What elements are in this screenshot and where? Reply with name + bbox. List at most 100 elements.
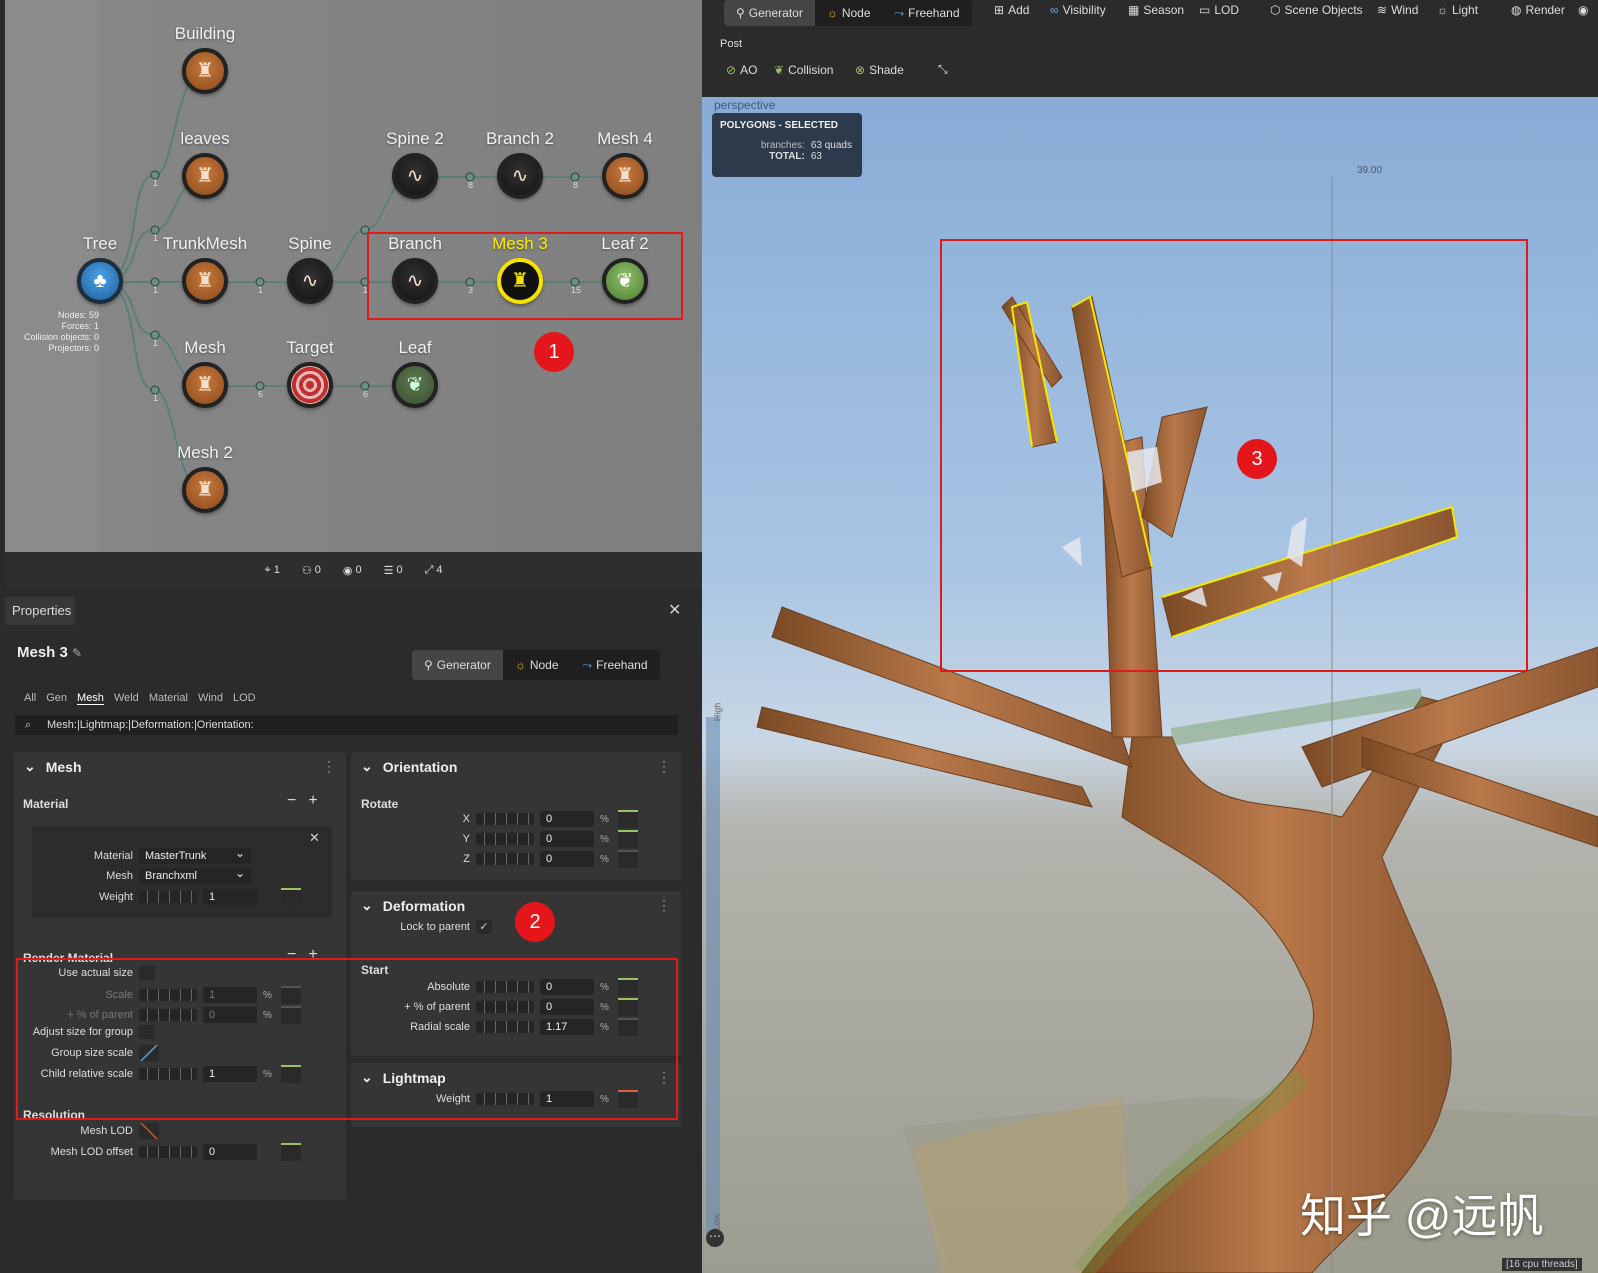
material-add-remove: − + [287,792,318,810]
rotate-x-curve[interactable] [618,810,638,828]
weight-row: Weight 1 [13,888,301,906]
list-icon[interactable]: ☰ 0 [384,564,403,577]
spine-node-icon: ∿ [287,258,333,304]
rotate-y-field[interactable]: 0 [540,831,594,847]
rotate-y-curve[interactable] [618,830,638,848]
add-button[interactable]: ⊞ Add [994,3,1029,17]
material-row: Material MasterTrunk [13,845,251,864]
annotation-marker-1: 1 [534,332,574,372]
render-button[interactable]: ◍ Render [1511,3,1565,17]
group-icon[interactable]: ⚇ 0 [302,564,321,577]
filter-gen[interactable]: Gen [46,692,67,705]
lod-button[interactable]: ▭ LOD [1199,3,1239,17]
mode-freehand-button[interactable]: ⤳ Freehand [883,0,972,26]
annotation-box-2 [16,958,678,1120]
close-icon[interactable]: ✕ [668,600,681,620]
node-label: Branch 2 [485,129,555,148]
rotate-y-slider[interactable] [476,833,534,845]
node-mesh4[interactable]: Mesh 4 ♜ [570,127,680,217]
plus-icon[interactable]: + [308,792,317,810]
filter-wind[interactable]: Wind [198,692,223,705]
collapse-icon[interactable]: ⤡ [938,62,948,77]
node-leaf[interactable]: Leaf ❦ [360,336,470,426]
node-mesh[interactable]: Mesh ♜ [150,336,260,426]
generator-icon: ⚲ [424,658,433,672]
more-icon: ⋮ [657,897,671,913]
mesh-panel-header[interactable]: ⌄ Mesh ⋮ [14,752,346,781]
rotate-z-slider[interactable] [476,853,534,865]
filter-weld[interactable]: Weld [114,692,139,705]
annotation-box-1 [367,232,683,320]
filter-material[interactable]: Material [149,692,188,705]
filter-all[interactable]: All [24,692,36,705]
node-mesh2[interactable]: Mesh 2 ♜ [150,441,260,531]
binoculars-icon: ∞ [1050,3,1059,17]
chevron-down-icon: ⌄ [361,758,373,774]
season-button[interactable]: ▦ Season [1128,3,1184,17]
node-graph[interactable]: 1 1 1 1 1 1 8 8 1 3 15 6 6 Building ♜ lea… [5,0,702,560]
node-spine[interactable]: Spine ∿ [255,232,365,322]
node-spine2[interactable]: Spine 2 ∿ [360,127,470,217]
scene-objects-button[interactable]: ⬡ Scene Objects [1270,3,1363,17]
weight-curve[interactable] [281,888,301,906]
rotate-x-slider[interactable] [476,813,534,825]
mesh-node-icon: ♜ [182,48,228,94]
wind-icon: ≋ [1377,3,1388,17]
annotation-marker-3: 3 [1237,439,1277,479]
light-button[interactable]: ☼ Light [1437,3,1478,17]
mode-freehand-button[interactable]: ⤳ Freehand [571,650,660,680]
camera-icon[interactable]: ◉ 0 [343,564,362,577]
close-icon[interactable]: ✕ [309,830,320,846]
tag-icon[interactable]: ⌖ 1 [265,564,280,577]
cube-icon: ⬡ [1270,3,1281,17]
rotate-z-field[interactable]: 0 [540,851,594,867]
node-label: Tree [82,234,118,253]
node-leaves[interactable]: leaves ♜ [150,127,260,217]
weight-slider[interactable] [139,891,197,903]
mesh-dropdown[interactable]: Branchxml [139,865,251,884]
rotate-z-curve[interactable] [618,850,638,868]
more-options-icon[interactable]: ⋯ [706,1229,724,1247]
shade-icon: ⊗ [855,63,866,77]
weight-field[interactable]: 1 [203,889,257,905]
node-trunkmesh[interactable]: TrunkMesh ♜ [150,232,260,322]
lod-scale-bar[interactable] [706,717,720,1237]
node-target[interactable]: Target [255,336,365,426]
ao-button[interactable]: ⊘ AO [726,63,757,77]
mode-generator-button[interactable]: ⚲ Generator [724,0,815,26]
annotation-marker-2: 2 [515,902,555,942]
material-section-title: Material [23,797,69,811]
filter-lod[interactable]: LOD [233,692,256,705]
rotate-x-field[interactable]: 0 [540,811,594,827]
link-icon[interactable]: ⤢ 4 [425,564,443,577]
mesh-node-icon: ♜ [182,467,228,513]
mode-node-button[interactable]: ☼ Node [503,650,571,680]
orientation-panel-header[interactable]: ⌄ Orientation ⋮ [351,752,681,781]
mesh-lod-curve[interactable] [139,1123,159,1139]
minus-icon[interactable]: − [287,792,296,810]
eye-icon[interactable]: ◉ [1578,3,1588,17]
node-tree[interactable]: Tree ♣ [45,232,155,322]
node-branch2[interactable]: Branch 2 ∿ [465,127,575,217]
mode-generator-button[interactable]: ⚲ Generator [412,650,503,680]
mesh-lod-offset-field[interactable]: 0 [203,1144,257,1160]
material-dropdown[interactable]: MasterTrunk [139,845,251,864]
node-label: Spine [288,234,332,253]
annotation-box-3 [940,239,1528,672]
wind-button[interactable]: ≋ Wind [1377,3,1418,17]
viewport-toolbar: ⚲ Generator ☼ Node ⤳ Freehand ⊞ Add ∞ Visibil… [702,0,1598,97]
mode-node-button[interactable]: ☼ Node [815,0,883,26]
filter-mesh[interactable]: Mesh [77,692,104,705]
visibility-button[interactable]: ∞ Visibility [1050,3,1106,17]
mesh-lod-offset-curve[interactable] [281,1143,301,1161]
lock-to-parent-checkbox[interactable]: ✓ [476,920,492,934]
3d-viewport[interactable]: High Low ⋯ 3 [702,97,1598,1273]
collision-button[interactable]: ❦ Collision [774,63,833,77]
shade-button[interactable]: ⊗ Shade [855,63,904,77]
properties-tab[interactable]: Properties [5,597,75,625]
mesh-lod-offset-slider[interactable] [139,1146,197,1158]
viewport-mode-label[interactable]: perspective [714,98,775,112]
property-search-input[interactable]: ⌕ Mesh:|Lightmap:|Deformation:|Orientatio… [15,715,678,735]
node-building[interactable]: Building ♜ [150,22,260,112]
graph-stats: Nodes: 59 Forces: 1 Collision objects: 0P… [23,310,99,353]
